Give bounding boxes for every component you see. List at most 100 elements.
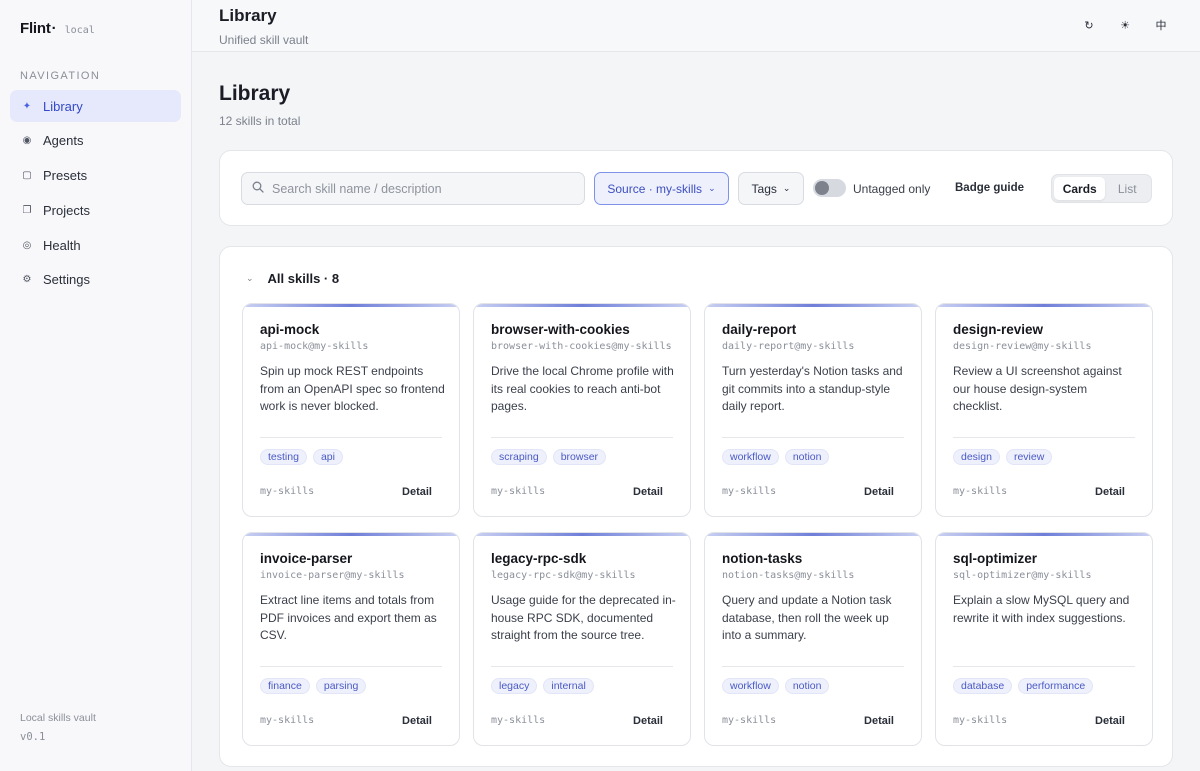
- detail-button[interactable]: Detail: [633, 486, 663, 498]
- skill-source: my-skills: [953, 715, 1008, 726]
- language-switch-button[interactable]: 中: [1152, 16, 1170, 34]
- section-title: All skills · 8: [267, 271, 340, 286]
- tag-badge[interactable]: legacy: [491, 678, 538, 694]
- skill-name: browser-with-cookies: [491, 322, 630, 337]
- detail-button[interactable]: Detail: [864, 486, 894, 498]
- skill-description: Drive the local Chrome profile with its …: [491, 364, 674, 413]
- skill-card[interactable]: sql-optimizer sql-optimizer@my-skills Ex…: [935, 532, 1153, 746]
- sidebar-item-agents[interactable]: ◉ Agents: [10, 125, 181, 157]
- divider: [953, 666, 1135, 667]
- tag-badge[interactable]: review: [1005, 449, 1053, 465]
- tag-badge[interactable]: notion: [784, 449, 830, 465]
- skill-card[interactable]: daily-report daily-report@my-skills Turn…: [704, 303, 922, 517]
- skill-description: Review a UI screenshot against our house…: [953, 364, 1122, 413]
- square-icon: ▢: [22, 170, 32, 182]
- skill-card[interactable]: api-mock api-mock@my-skills Spin up mock…: [242, 303, 460, 517]
- chevron-down-icon: ⌄: [782, 183, 791, 193]
- tag-badge[interactable]: database: [953, 678, 1013, 694]
- tag-badge[interactable]: workflow: [722, 449, 779, 465]
- detail-button[interactable]: Detail: [1095, 486, 1125, 498]
- skill-description: Explain a slow MySQL query and rewrite i…: [953, 593, 1130, 625]
- skill-card[interactable]: legacy-rpc-sdk legacy-rpc-sdk@my-skills …: [473, 532, 691, 746]
- tag-badge[interactable]: design: [953, 449, 1000, 465]
- top-header: Library Unified skill vault ↻ ☀ 中: [192, 0, 1200, 52]
- divider: [722, 666, 904, 667]
- tag-badge[interactable]: finance: [260, 678, 310, 694]
- toggle-knob: [815, 181, 829, 195]
- sidebar-item-presets[interactable]: ▢ Presets: [10, 160, 181, 192]
- tag-badge[interactable]: workflow: [722, 678, 779, 694]
- detail-button[interactable]: Detail: [1095, 715, 1125, 727]
- gear-icon: ⚙: [22, 274, 32, 286]
- sidebar-item-settings[interactable]: ⚙ Settings: [10, 264, 181, 296]
- skill-name: notion-tasks: [722, 551, 803, 566]
- untagged-only-label: Untagged only: [853, 182, 931, 196]
- skill-name: daily-report: [722, 322, 797, 337]
- search-input[interactable]: [272, 181, 572, 196]
- skill-id: design-review@my-skills: [953, 341, 1092, 352]
- divider: [491, 437, 673, 438]
- skill-card[interactable]: notion-tasks notion-tasks@my-skills Quer…: [704, 532, 922, 746]
- skill-card[interactable]: design-review design-review@my-skills Re…: [935, 303, 1153, 517]
- brand-name: Flint: [20, 20, 51, 37]
- brand-tag: local: [64, 25, 95, 36]
- tags-filter-label: Tags: [751, 181, 777, 196]
- detail-button[interactable]: Detail: [402, 715, 432, 727]
- page-title: Library: [219, 82, 291, 105]
- tag-list: workflow notion: [722, 449, 830, 465]
- card-accent-bar: [243, 533, 459, 536]
- sidebar-item-label: Library: [43, 98, 83, 114]
- header-title: Library: [219, 6, 277, 25]
- detail-button[interactable]: Detail: [864, 715, 894, 727]
- tag-badge[interactable]: parsing: [315, 678, 367, 694]
- search-box[interactable]: [241, 172, 585, 205]
- skill-card[interactable]: browser-with-cookies browser-with-cookie…: [473, 303, 691, 517]
- sidebar: Flint · local NAVIGATION ✦ Library ◉ Age…: [0, 0, 192, 771]
- skill-name: legacy-rpc-sdk: [491, 551, 587, 566]
- skill-name: api-mock: [260, 322, 320, 337]
- tag-list: scraping browser: [491, 449, 607, 465]
- detail-button[interactable]: Detail: [402, 486, 432, 498]
- skill-description: Spin up mock REST endpoints from an Open…: [260, 364, 445, 413]
- tag-badge[interactable]: internal: [543, 678, 594, 694]
- skill-description: Extract line items and totals from PDF i…: [260, 593, 437, 642]
- sidebar-footer: Local skills vault v0.1: [20, 709, 96, 747]
- view-cards-button[interactable]: Cards: [1054, 177, 1106, 200]
- detail-button[interactable]: Detail: [633, 715, 663, 727]
- section-header[interactable]: ⌄ All skills · 8: [246, 271, 339, 286]
- skill-description: Query and update a Notion task database,…: [722, 593, 892, 642]
- tag-badge[interactable]: testing: [260, 449, 307, 465]
- sidebar-item-health[interactable]: ◎ Health: [10, 229, 181, 261]
- view-list-button[interactable]: List: [1105, 177, 1149, 200]
- tag-badge[interactable]: browser: [552, 449, 607, 465]
- brand[interactable]: Flint · local: [20, 20, 95, 37]
- agent-icon: ◉: [22, 135, 32, 147]
- project-icon: ❐: [22, 204, 32, 216]
- skill-id: legacy-rpc-sdk@my-skills: [491, 570, 636, 581]
- sidebar-item-projects[interactable]: ❐ Projects: [10, 194, 181, 226]
- skill-count: 12 skills in total: [219, 114, 301, 128]
- card-accent-bar: [936, 533, 1152, 536]
- source-filter-dropdown[interactable]: Source · my-skills ⌄: [594, 172, 729, 205]
- tag-badge[interactable]: scraping: [491, 449, 547, 465]
- skill-card[interactable]: invoice-parser invoice-parser@my-skills …: [242, 532, 460, 746]
- skill-description: Usage guide for the deprecated in-house …: [491, 593, 676, 642]
- skill-source: my-skills: [722, 715, 777, 726]
- tag-badge[interactable]: notion: [784, 678, 830, 694]
- sparkle-icon: ✦: [22, 100, 32, 112]
- untagged-only-toggle[interactable]: [813, 179, 846, 197]
- skill-name: design-review: [953, 322, 1044, 337]
- divider: [953, 437, 1135, 438]
- tags-filter-dropdown[interactable]: Tags ⌄: [738, 172, 804, 205]
- tag-list: workflow notion: [722, 678, 830, 694]
- theme-toggle-icon[interactable]: ☀: [1116, 16, 1134, 34]
- badge-guide-button[interactable]: Badge guide: [955, 182, 1024, 194]
- skills-panel: ⌄ All skills · 8 api-mock api-mock@my-sk…: [219, 246, 1173, 767]
- refresh-icon[interactable]: ↻: [1080, 16, 1098, 34]
- sidebar-item-library[interactable]: ✦ Library: [10, 90, 181, 122]
- card-accent-bar: [936, 304, 1152, 307]
- tag-list: finance parsing: [260, 678, 367, 694]
- tag-badge[interactable]: performance: [1018, 678, 1094, 694]
- tag-badge[interactable]: api: [312, 449, 343, 465]
- header-subtitle: Unified skill vault: [219, 33, 309, 47]
